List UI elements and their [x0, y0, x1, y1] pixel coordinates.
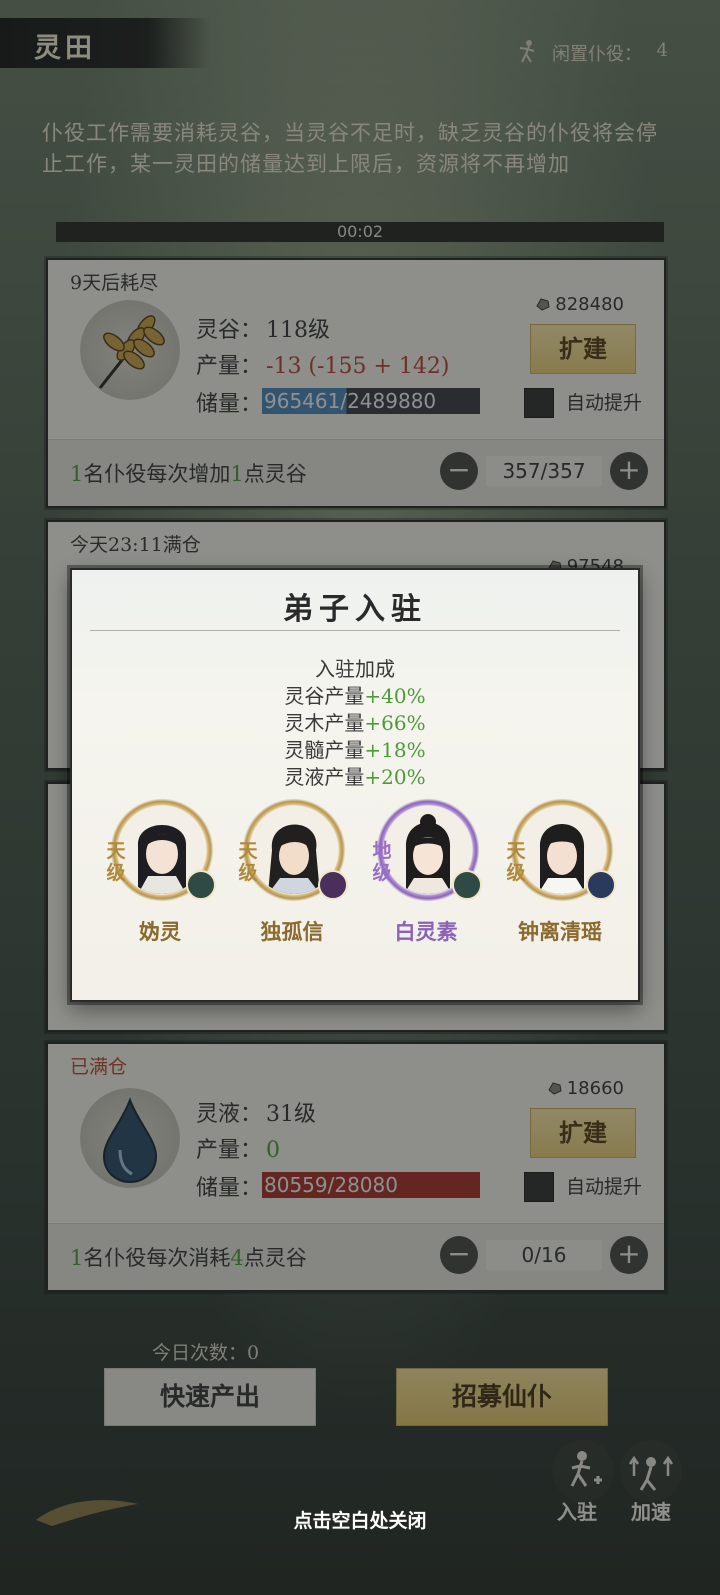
- modal-title: 弟子入驻: [283, 592, 427, 627]
- disciple-card[interactable]: 天级 钟离清瑶: [500, 798, 620, 948]
- flame-icon: [318, 870, 348, 900]
- disciple-card[interactable]: 地级 白灵素: [366, 798, 486, 948]
- disciple-card[interactable]: 天级 独孤信: [232, 798, 352, 948]
- bonus-row: 灵髓产量+18%: [284, 738, 426, 762]
- disciple-name: 独孤信: [260, 919, 324, 944]
- bonus-row: 灵谷产量+40%: [284, 684, 426, 708]
- divider: [90, 630, 620, 631]
- disciple-name: 钟离清瑶: [518, 919, 602, 944]
- bonus-row: 灵液产量+20%: [284, 765, 426, 789]
- bonus-row: 灵木产量+66%: [284, 711, 426, 735]
- grade-label: 地级: [372, 840, 392, 884]
- wind-icon: [186, 870, 216, 900]
- grade-label: 天级: [106, 840, 126, 884]
- grade-label: 天级: [506, 840, 526, 884]
- disciple-list: 天级 妫灵 天级 独孤信 地 级 白灵素 天 级 钟离清瑶: [92, 798, 622, 948]
- bonus-title: 入驻加成: [315, 657, 395, 681]
- grade-label: 天级: [238, 840, 258, 884]
- disciple-card[interactable]: 天级 妫灵: [100, 798, 220, 948]
- disciple-settle-modal: 弟子入驻 入驻加成 灵谷产量+40% 灵木产量+66% 灵髓产量+18% 灵液产…: [70, 568, 640, 1002]
- disciple-name: 白灵素: [394, 919, 458, 944]
- water-icon: [586, 870, 616, 900]
- disciple-name: 妫灵: [139, 919, 181, 944]
- bonus-list: 入驻加成 灵谷产量+40% 灵木产量+66% 灵髓产量+18% 灵液产量+20%: [72, 656, 638, 791]
- wind-icon: [452, 870, 482, 900]
- close-hint: 点击空白处关闭: [293, 1510, 427, 1532]
